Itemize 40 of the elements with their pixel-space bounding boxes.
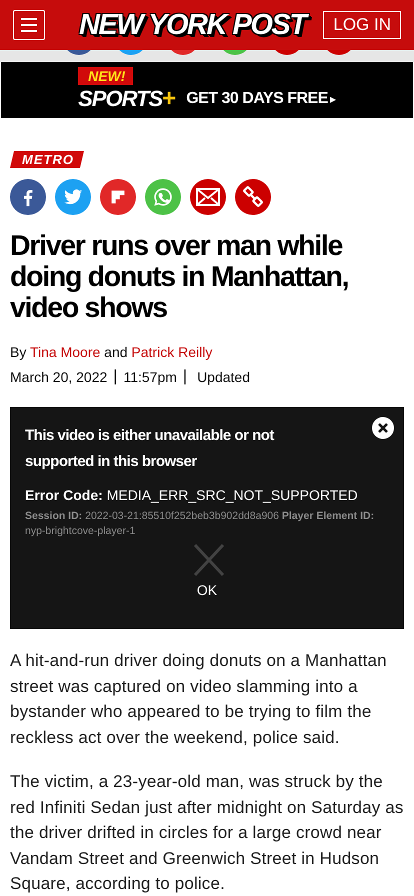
share-button[interactable] (235, 179, 271, 215)
promo-banner[interactable]: NEW! SPORTS+ GET 30 DAYS FREE▸ (1, 62, 413, 118)
share-button-edge[interactable] (171, 50, 195, 55)
error-code: Error Code: MEDIA_ERR_SRC_NOT_SUPPORTED (25, 487, 359, 503)
sports-logo: SPORTS (78, 86, 162, 112)
envelope-icon (196, 188, 220, 206)
new-badge: NEW! (78, 67, 134, 85)
share-button[interactable] (10, 179, 46, 215)
byline-text: and (103, 344, 129, 360)
session-info: Session ID: 2022-03-21:85510f252beb3b902dd8a906 Player Element ID: nyp-brightcove-player-1 (25, 509, 376, 539)
share-button[interactable] (55, 179, 91, 215)
updated-label: Updated (197, 369, 250, 385)
menu-button[interactable] (13, 10, 45, 40)
author-link[interactable]: Patrick Reilly (131, 344, 212, 360)
x-mark-icon (192, 543, 226, 577)
menu-icon (19, 17, 39, 33)
login-button[interactable]: LOG IN (323, 11, 401, 39)
promo-cta: GET 30 DAYS FREE (186, 90, 328, 108)
article-paragraph: A hit-and-run driver doing donuts on a Manhattan street was captured on video slamming into a bystander who appeared to be trying to film the reckless act over the weekend, police said. (10, 650, 388, 748)
share-button[interactable] (100, 179, 136, 215)
arrow-icon: ▸ (330, 92, 336, 106)
byline-text: By (10, 344, 28, 360)
ok-button[interactable]: OK (190, 581, 224, 599)
publish-date: March 20, 2022 (10, 369, 108, 385)
close-icon[interactable] (372, 417, 394, 439)
separator: | (113, 368, 118, 386)
plus-sign: + (162, 85, 176, 113)
article-paragraph: The victim, a 23-year-old man, was struck by the red Infiniti Sedan just after midnight on Saturday as the driver drifted in circles for a large crowd near Vandam Street and Greenwich Street in Hudson Square, according to police. (10, 771, 404, 895)
share-button[interactable] (190, 179, 226, 215)
separator: | (182, 368, 188, 386)
section-tag[interactable]: METRO (10, 151, 84, 168)
article-headline: Driver runs over man while doing donuts in Manhattan, video shows (10, 231, 350, 324)
share-button-edge[interactable] (275, 50, 299, 55)
chain-link-icon (242, 186, 264, 208)
phone-bubble-icon (152, 186, 174, 208)
publish-time: 11:57pm (123, 369, 177, 385)
error-title: This video is either unavailable or not supported in this browser (25, 426, 276, 472)
author-link[interactable]: Tina Moore (30, 344, 100, 360)
share-button-edge[interactable] (67, 50, 91, 55)
share-button-edge[interactable] (327, 50, 351, 55)
